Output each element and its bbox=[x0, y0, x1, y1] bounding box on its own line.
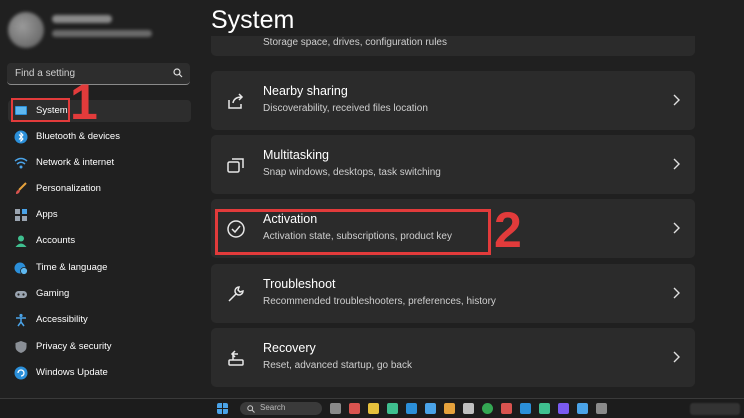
sidebar-item-gaming[interactable]: Gaming bbox=[8, 283, 191, 305]
card-subtitle: Storage space, drives, configuration rul… bbox=[263, 37, 447, 48]
sidebar-item-label: Personalization bbox=[36, 183, 101, 194]
sidebar-item-label: Privacy & security bbox=[36, 341, 112, 352]
update-icon bbox=[14, 366, 28, 380]
card-subtitle: Snap windows, desktops, task switching bbox=[263, 167, 441, 178]
search-placeholder: Find a setting bbox=[15, 68, 76, 79]
app-icon[interactable] bbox=[387, 403, 398, 414]
brush-icon bbox=[16, 182, 27, 194]
highlight-box-step1 bbox=[11, 98, 70, 122]
settings-card-recovery[interactable]: Recovery Reset, advanced startup, go bac… bbox=[211, 328, 695, 387]
chevron-right-icon bbox=[673, 222, 680, 234]
recovery-icon bbox=[228, 350, 244, 366]
sidebar-item-label: Time & language bbox=[36, 262, 108, 273]
sidebar-item-label: Bluetooth & devices bbox=[36, 131, 120, 142]
taskbar-search-label: Search bbox=[260, 403, 286, 412]
settings-card-multitasking[interactable]: Multitasking Snap windows, desktops, tas… bbox=[211, 135, 695, 194]
system-tray[interactable] bbox=[690, 403, 740, 415]
chevron-right-icon bbox=[673, 158, 680, 170]
settings-card-troubleshoot[interactable]: Troubleshoot Recommended troubleshooters… bbox=[211, 264, 695, 323]
sidebar-item-label: Accounts bbox=[36, 235, 76, 246]
file-explorer-icon[interactable] bbox=[368, 403, 379, 414]
sidebar-item-label: Accessibility bbox=[36, 314, 88, 325]
accessibility-icon bbox=[16, 313, 26, 327]
gamepad-icon bbox=[15, 291, 27, 298]
card-subtitle: Discoverability, received files location bbox=[263, 103, 428, 114]
profile-email-blurred bbox=[52, 30, 152, 37]
chrome-icon[interactable] bbox=[482, 403, 493, 414]
search-input[interactable]: Find a setting bbox=[7, 63, 190, 85]
settings-card-storage-partial[interactable]: Storage space, drives, configuration rul… bbox=[211, 36, 695, 56]
chevron-right-icon bbox=[673, 351, 680, 363]
sidebar-item-network[interactable]: Network & internet bbox=[8, 152, 191, 174]
settings-gear-icon[interactable] bbox=[596, 403, 607, 414]
app-icon[interactable] bbox=[501, 403, 512, 414]
app-icon[interactable] bbox=[349, 403, 360, 414]
chevron-right-icon bbox=[673, 287, 680, 299]
sidebar: Find a setting System Bluetooth & device… bbox=[0, 0, 200, 400]
sidebar-item-apps[interactable]: Apps bbox=[8, 204, 191, 226]
card-title: Recovery bbox=[263, 341, 316, 355]
search-icon bbox=[173, 68, 183, 78]
avatar bbox=[8, 12, 44, 48]
profile-name-blurred bbox=[52, 15, 112, 23]
app-icon[interactable] bbox=[463, 403, 474, 414]
card-subtitle: Recommended troubleshooters, preferences… bbox=[263, 296, 496, 307]
sidebar-item-privacy-security[interactable]: Privacy & security bbox=[8, 336, 191, 358]
sidebar-item-bluetooth[interactable]: Bluetooth & devices bbox=[8, 126, 191, 148]
shield-icon bbox=[15, 341, 27, 353]
bluetooth-icon bbox=[14, 130, 28, 144]
card-title: Troubleshoot bbox=[263, 277, 336, 291]
sidebar-item-accounts[interactable]: Accounts bbox=[8, 230, 191, 252]
app-icon[interactable] bbox=[577, 403, 588, 414]
sidebar-item-label: Network & internet bbox=[36, 157, 115, 168]
taskbar: Search bbox=[0, 398, 744, 418]
sidebar-item-label: Gaming bbox=[36, 288, 70, 299]
multitasking-icon bbox=[227, 158, 244, 173]
page-title: System bbox=[211, 6, 295, 34]
apps-icon bbox=[15, 209, 27, 221]
wrench-icon bbox=[228, 286, 244, 302]
sidebar-item-personalization[interactable]: Personalization bbox=[8, 178, 191, 200]
highlight-box-step2 bbox=[215, 209, 491, 255]
card-title: Nearby sharing bbox=[263, 84, 348, 98]
taskview-icon[interactable] bbox=[330, 403, 341, 414]
share-icon bbox=[228, 93, 244, 109]
step-number-1: 1 bbox=[70, 74, 98, 130]
edge-icon[interactable] bbox=[406, 403, 417, 414]
sidebar-item-accessibility[interactable]: Accessibility bbox=[8, 309, 191, 331]
app-icon[interactable] bbox=[520, 403, 531, 414]
chevron-right-icon bbox=[673, 94, 680, 106]
taskbar-search[interactable]: Search bbox=[240, 402, 322, 415]
sidebar-item-windows-update[interactable]: Windows Update bbox=[8, 362, 191, 384]
app-icon[interactable] bbox=[444, 403, 455, 414]
globe-clock-icon bbox=[14, 262, 28, 275]
app-icon[interactable] bbox=[558, 403, 569, 414]
sidebar-item-time-language[interactable]: Time & language bbox=[8, 257, 191, 279]
card-title: Multitasking bbox=[263, 148, 329, 162]
person-icon bbox=[15, 235, 27, 247]
start-icon[interactable] bbox=[217, 403, 228, 414]
sidebar-item-label: Windows Update bbox=[36, 367, 108, 378]
wifi-icon bbox=[14, 157, 28, 169]
step-number-2: 2 bbox=[494, 202, 522, 258]
settings-card-nearby-sharing[interactable]: Nearby sharing Discoverability, received… bbox=[211, 71, 695, 130]
search-icon bbox=[247, 405, 255, 413]
sidebar-item-label: Apps bbox=[36, 209, 58, 220]
card-subtitle: Reset, advanced startup, go back bbox=[263, 360, 412, 371]
store-icon[interactable] bbox=[425, 403, 436, 414]
app-icon[interactable] bbox=[539, 403, 550, 414]
user-profile[interactable] bbox=[8, 10, 198, 50]
